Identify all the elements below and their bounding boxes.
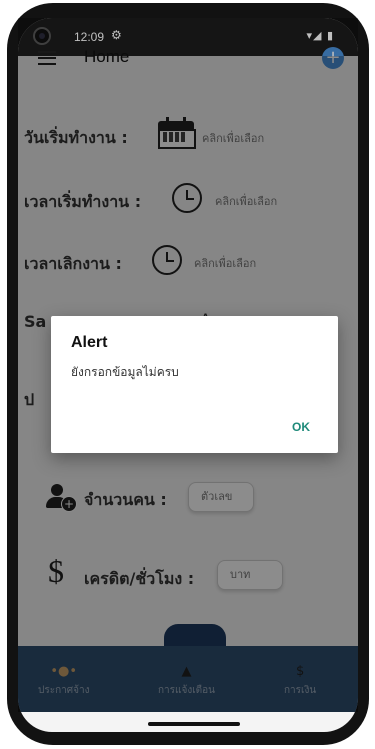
dialog-title: Alert [71,334,108,351]
status-bar-dim [18,18,358,56]
dialog-message: ยังกรอกข้อมูลไม่ครบ [71,365,179,379]
ok-button[interactable]: OK [292,420,310,434]
home-gesture-bar[interactable] [148,722,240,726]
alert-dialog: Alert ยังกรอกข้อมูลไม่ครบ OK [51,316,338,453]
